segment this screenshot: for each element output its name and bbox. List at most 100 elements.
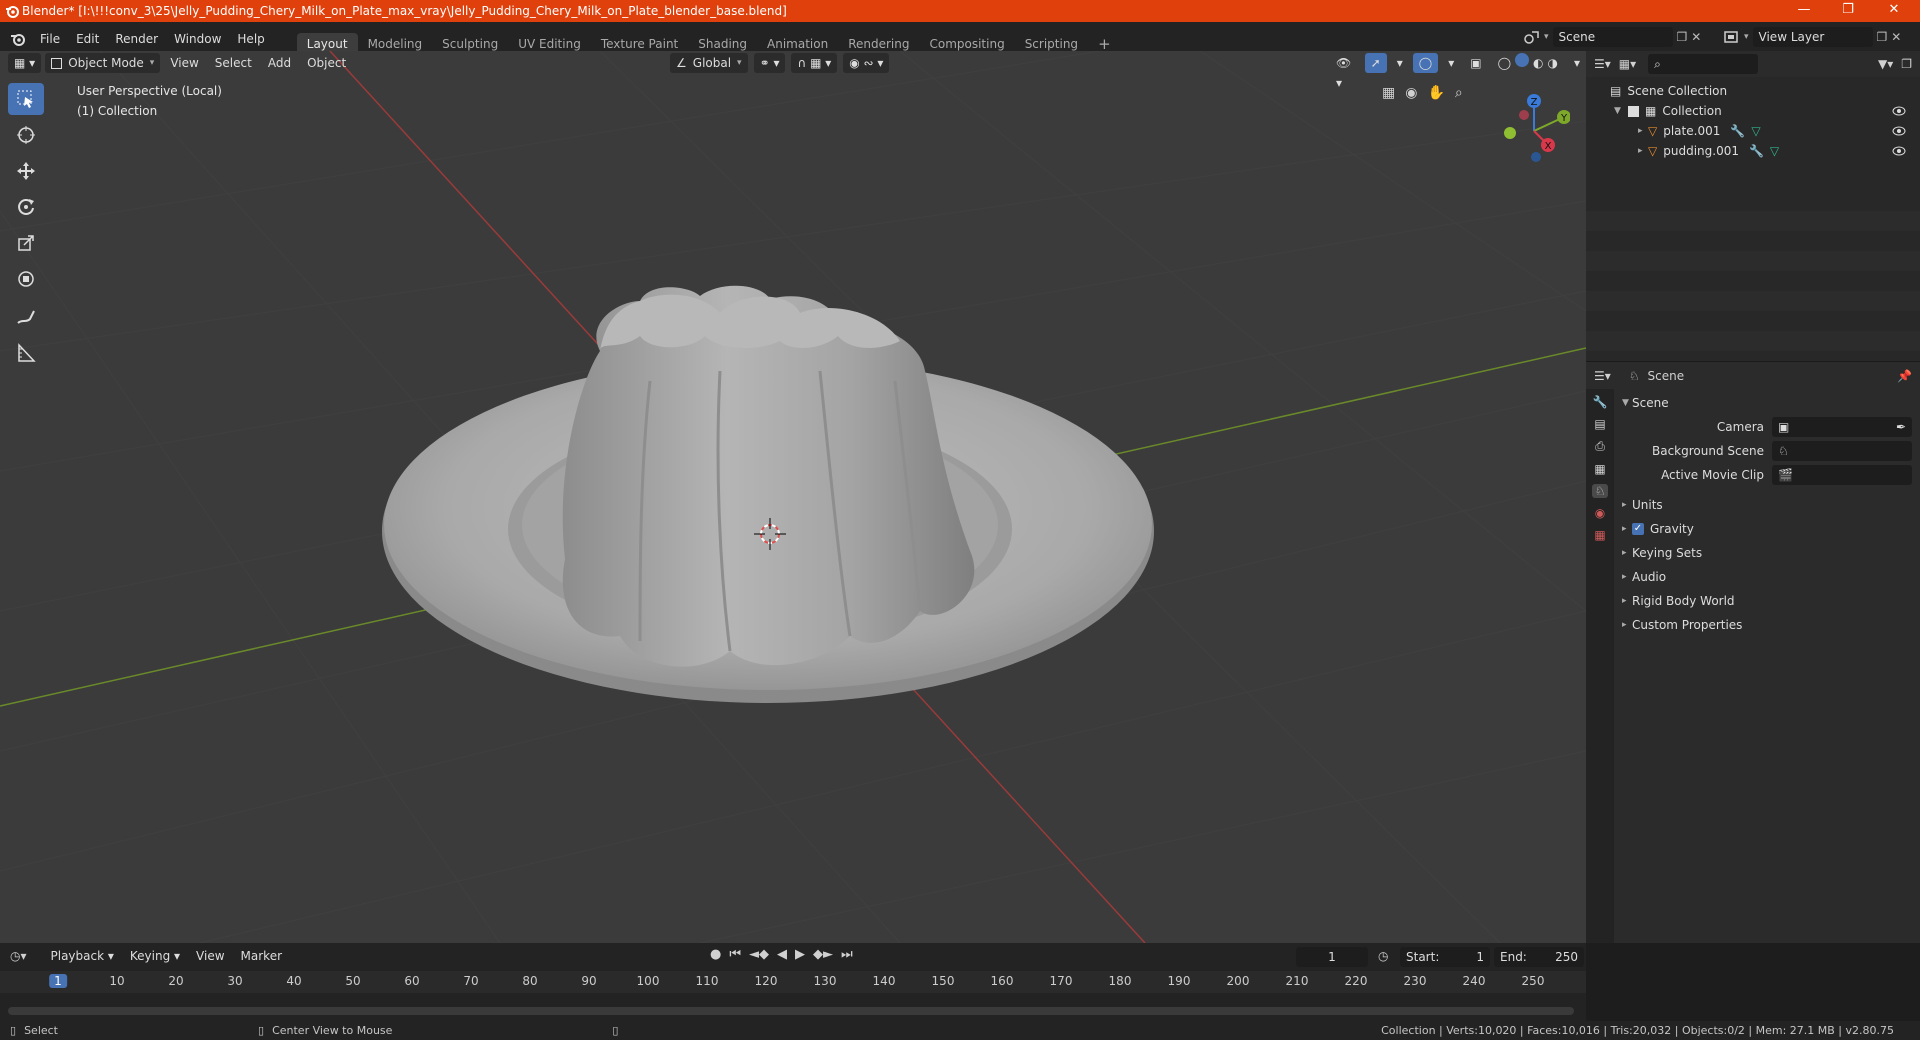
timeline-editor-type-icon[interactable]: ◷▾ — [10, 949, 27, 963]
rotate-tool[interactable] — [8, 191, 44, 223]
texture-tab-icon[interactable]: ▦ — [1594, 528, 1605, 542]
close-button[interactable]: ✕ — [1872, 0, 1916, 22]
gravity-panel-header[interactable]: ▸ ✓ Gravity — [1622, 517, 1912, 541]
rigid-body-panel-header[interactable]: ▸ Rigid Body World — [1622, 589, 1912, 613]
play-icon[interactable]: ▶ — [795, 947, 805, 962]
world-tab-icon[interactable]: ◉ — [1595, 506, 1605, 520]
tool-tab-icon[interactable]: 🔧 — [1593, 395, 1608, 409]
start-frame-field[interactable]: Start: 1 — [1400, 947, 1490, 967]
gizmo-toggle-icon[interactable]: ➚ — [1364, 53, 1387, 73]
mesh-data-icon[interactable]: ▽ — [1751, 124, 1760, 138]
view-layer-icon[interactable] — [1724, 30, 1740, 44]
new-view-layer-icon[interactable]: ❐ — [1877, 30, 1888, 44]
scene-panel-header[interactable]: ▼ Scene — [1622, 391, 1912, 415]
shading-dropdown-icon[interactable]: ▾ — [1568, 53, 1586, 73]
snap-icon[interactable]: ∩ ▦ ▾ — [791, 53, 838, 73]
expand-pudding-icon[interactable]: ▸ — [1638, 146, 1648, 156]
output-tab-icon[interactable]: ⎙ — [1595, 439, 1605, 454]
viewport-menu-select[interactable]: Select — [209, 53, 258, 73]
wireframe-shading-icon[interactable]: ◯ — [1498, 53, 1511, 73]
record-icon[interactable]: ● — [710, 947, 721, 962]
navigation-gizmo[interactable]: Z Y X — [1490, 87, 1570, 167]
expand-plate-icon[interactable]: ▸ — [1638, 126, 1648, 136]
outliner-object-plate[interactable]: ▸ ▽ plate.001 🔧 ▽ — [1586, 121, 1920, 141]
solid-shading-icon[interactable] — [1515, 53, 1529, 67]
pin-icon[interactable]: 📌 — [1897, 369, 1912, 383]
zoom-icon[interactable]: ⌕ — [1455, 85, 1463, 101]
modifier-wrench-icon[interactable]: 🔧 — [1749, 144, 1764, 158]
timeline-menu-view[interactable]: View — [190, 946, 230, 966]
camera-field[interactable]: ▣ ✒ — [1772, 417, 1912, 437]
pivot-point-icon[interactable]: ⚭ ▾ — [753, 53, 786, 73]
expand-collection-icon[interactable]: ▼ — [1614, 106, 1624, 116]
grid-view-icon[interactable]: ▦ — [1382, 85, 1395, 101]
collection-checkbox[interactable] — [1628, 105, 1639, 117]
pan-hand-icon[interactable]: ✋ — [1427, 85, 1444, 101]
delete-view-layer-icon[interactable]: ✕ — [1891, 30, 1901, 44]
blender-menu-icon[interactable] — [10, 32, 26, 46]
keying-sets-panel-header[interactable]: ▸ Keying Sets — [1622, 541, 1912, 565]
eye-icon[interactable] — [1892, 106, 1906, 116]
scale-tool[interactable] — [8, 227, 44, 259]
eye-icon[interactable] — [1892, 126, 1906, 136]
material-shading-icon[interactable]: ◐ — [1533, 53, 1543, 73]
timeline-menu-keying[interactable]: Keying ▾ — [124, 946, 186, 966]
rendered-shading-icon[interactable]: ◑ — [1547, 53, 1557, 73]
restore-button[interactable]: ❐ — [1826, 0, 1870, 22]
overlays-dropdown-icon[interactable]: ▾ — [1442, 53, 1460, 73]
scene-name-field[interactable]: Scene — [1552, 27, 1673, 47]
render-tab-icon[interactable]: ▤ — [1594, 417, 1605, 431]
scene-tab-icon[interactable]: ♘ — [1591, 484, 1609, 498]
cursor-tool[interactable] — [8, 119, 44, 151]
background-scene-field[interactable]: ♘ — [1772, 441, 1912, 461]
measure-tool[interactable] — [8, 337, 44, 369]
new-collection-icon[interactable]: ❐ — [1901, 57, 1912, 71]
view-layer-tab-icon[interactable]: ▦ — [1594, 462, 1605, 476]
orientation-dropdown[interactable]: ∠ Global ▾ — [670, 53, 748, 73]
proportional-edit-icon[interactable]: ◉ ∾ ▾ — [843, 53, 890, 73]
viewport-menu-object[interactable]: Object — [301, 53, 352, 73]
object-mode-dropdown[interactable]: Object Mode ▾ — [45, 53, 161, 73]
delete-scene-icon[interactable]: ✕ — [1691, 30, 1701, 44]
timeline-menu-marker[interactable]: Marker — [235, 946, 288, 966]
prev-keyframe-icon[interactable]: ◄◆ — [749, 947, 769, 962]
outliner-editor-type-icon[interactable]: ☰▾ — [1594, 57, 1611, 71]
camera-view-icon[interactable]: ◉ — [1405, 85, 1417, 101]
scene-icon[interactable] — [1524, 30, 1540, 44]
display-mode-icon[interactable]: ▦▾ — [1619, 57, 1636, 71]
menu-window[interactable]: Window — [166, 29, 229, 49]
gizmo-dropdown-icon[interactable]: ▾ — [1391, 53, 1409, 73]
overlays-toggle-icon[interactable]: ◯ — [1412, 53, 1439, 73]
modifier-wrench-icon[interactable]: 🔧 — [1730, 124, 1745, 138]
active-clip-field[interactable]: 🎬 — [1772, 465, 1912, 485]
frame-ruler[interactable]: 1 10 20 30 40 50 60 70 80 90 100 110 120 130 140 150 160… — [0, 971, 1586, 993]
menu-help[interactable]: Help — [229, 29, 272, 49]
properties-editor-type-icon[interactable]: ☰▾ — [1594, 369, 1611, 383]
gravity-checkbox[interactable]: ✓ — [1632, 523, 1644, 535]
xray-toggle-icon[interactable]: ▣ — [1464, 53, 1487, 73]
view-layer-field[interactable]: View Layer — [1752, 27, 1873, 47]
jump-start-icon[interactable]: ⏮ — [729, 947, 741, 962]
next-keyframe-icon[interactable]: ◆► — [813, 947, 833, 962]
outliner-object-pudding[interactable]: ▸ ▽ pudding.001 🔧 ▽ — [1586, 141, 1920, 161]
end-frame-field[interactable]: End: 250 — [1494, 947, 1584, 967]
custom-properties-panel-header[interactable]: ▸ Custom Properties — [1622, 613, 1912, 637]
timeline-scrollbar[interactable] — [8, 1007, 1574, 1015]
menu-file[interactable]: File — [32, 29, 68, 49]
transform-tool[interactable] — [8, 263, 44, 295]
annotate-tool[interactable] — [8, 301, 44, 333]
new-scene-icon[interactable]: ❐ — [1677, 30, 1688, 44]
outliner-collection[interactable]: ▼ ▦ Collection — [1586, 101, 1920, 121]
play-reverse-icon[interactable]: ◀ — [777, 947, 787, 962]
viewport-menu-view[interactable]: View — [164, 53, 204, 73]
jump-end-icon[interactable]: ⏭ — [841, 947, 853, 962]
menu-render[interactable]: Render — [107, 29, 166, 49]
shading-mode-buttons[interactable]: ◯ ◐ ◑ — [1492, 53, 1564, 73]
timeline-menu-playback[interactable]: Playback ▾ — [45, 946, 120, 966]
viewport-menu-add[interactable]: Add — [262, 53, 297, 73]
visibility-icon[interactable]: 👁▾ — [1330, 53, 1361, 90]
outliner-search-input[interactable]: ⌕ — [1648, 54, 1759, 74]
eyedropper-icon[interactable]: ✒ — [1896, 420, 1906, 434]
current-frame-field[interactable]: 1 — [1296, 947, 1368, 967]
pudding-object[interactable] — [562, 285, 975, 667]
